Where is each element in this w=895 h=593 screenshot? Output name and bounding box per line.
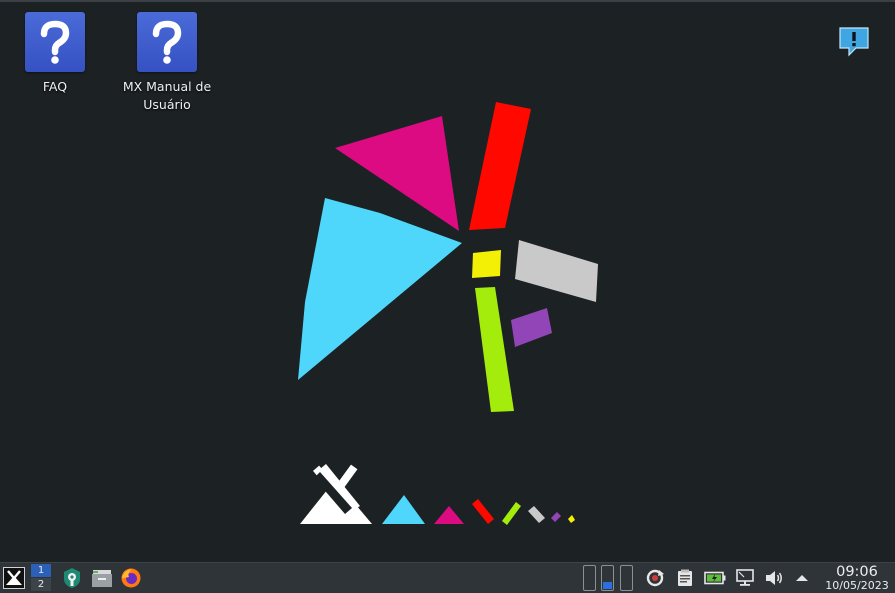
expand-tray-icon [796, 575, 808, 581]
clock-date: 10/05/2023 [825, 579, 889, 592]
file-manager-icon [92, 570, 112, 587]
taskbar-window-slot[interactable] [601, 565, 614, 591]
desktop[interactable]: FAQ MX Manual de Usuário [0, 2, 895, 562]
mx-menu-icon [3, 567, 25, 589]
tray-battery[interactable] [703, 563, 727, 593]
notification-exclamation-icon[interactable] [836, 24, 872, 60]
tray-expand[interactable] [792, 563, 812, 593]
logo-purple-slab [511, 308, 552, 347]
mx-linux-logo [298, 102, 598, 412]
tray-volume[interactable] [763, 563, 785, 593]
help-question-icon [137, 12, 197, 72]
network-icon [736, 569, 754, 586]
desktop-icon-mx-manual[interactable]: MX Manual de Usuário [117, 12, 217, 114]
mx-menu-button[interactable] [2, 563, 26, 593]
taskbar-window-slot[interactable] [583, 565, 596, 591]
mx-linux-small-logo [300, 464, 575, 525]
tray-network[interactable] [734, 563, 756, 593]
logo-red-bar [469, 102, 531, 230]
logo-cyan-shard [298, 198, 462, 380]
workspace-1[interactable]: 1 [31, 564, 51, 577]
desktop-icon-label: MX Manual de Usuário [122, 79, 212, 112]
clipboard-icon [678, 569, 692, 586]
workspace-2[interactable]: 2 [31, 578, 51, 591]
firefox-icon [121, 568, 141, 588]
taskbar: 1 2 09:06 10/05/2023 [0, 562, 895, 593]
volume-icon [766, 571, 782, 585]
workspace-pager: 1 2 [31, 564, 51, 592]
tray-update[interactable] [644, 563, 666, 593]
logo-lime-bar [475, 287, 514, 412]
mx-tools-icon [64, 568, 80, 588]
launcher-firefox[interactable] [119, 563, 143, 593]
taskbar-window-slot[interactable] [620, 565, 633, 591]
help-question-icon [25, 12, 85, 72]
desktop-icon-faq[interactable]: FAQ [5, 12, 105, 96]
launcher-mx-tools[interactable] [60, 563, 84, 593]
clock[interactable]: 09:06 10/05/2023 [818, 564, 895, 592]
clock-time: 09:06 [836, 564, 878, 580]
logo-yellow-square [472, 250, 501, 278]
battery-icon [704, 571, 726, 585]
logo-gray-slab [515, 240, 598, 302]
desktop-icon-label: FAQ [42, 79, 68, 94]
tray-clipboard[interactable] [674, 563, 696, 593]
launcher-file-manager[interactable] [90, 563, 114, 593]
update-icon [646, 569, 664, 587]
